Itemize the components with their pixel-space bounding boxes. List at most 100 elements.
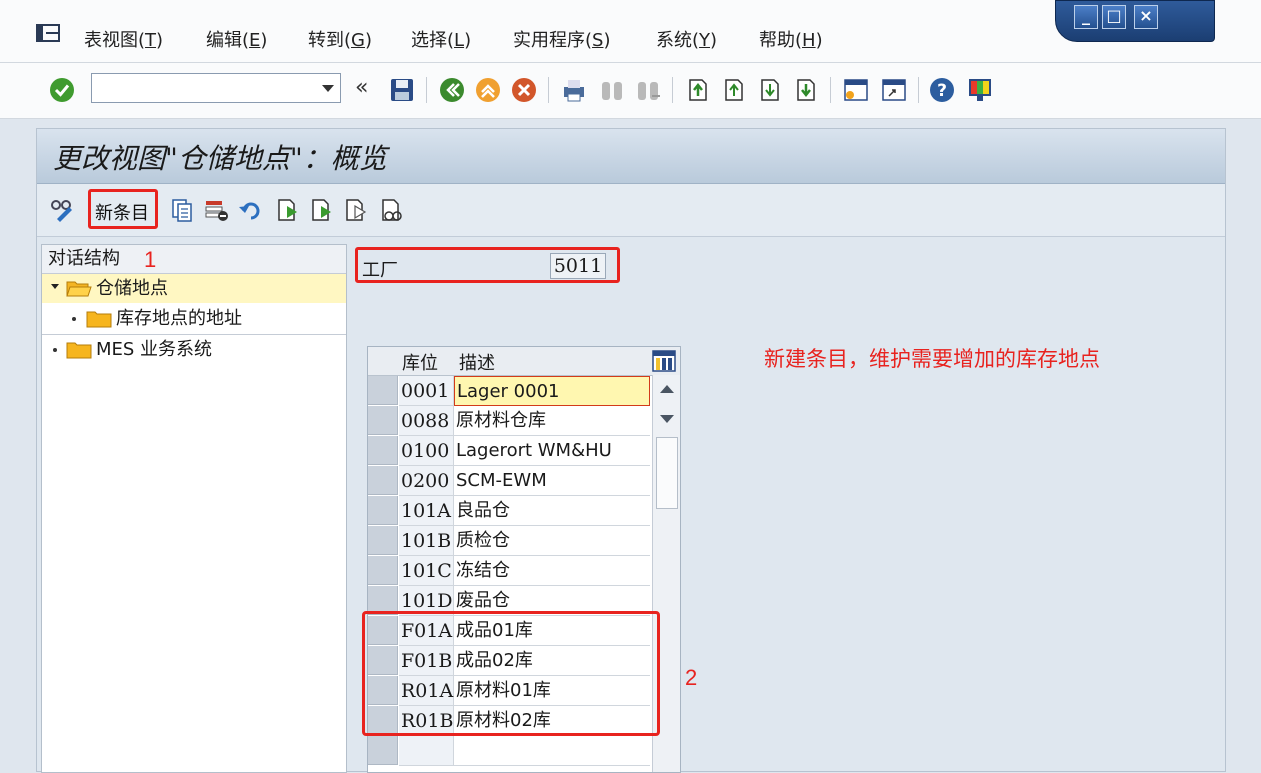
folder-open-icon — [66, 281, 92, 297]
first-page-icon[interactable] — [684, 76, 712, 104]
row-selector[interactable] — [368, 436, 398, 465]
table-header: 库位 描述 — [368, 347, 680, 376]
main-panel: 更改视图"仓储地点"：概览 新条目 对话结构 1 仓储地点 库存地点的地址 ME… — [36, 128, 1226, 773]
display-change-icon[interactable] — [49, 197, 75, 223]
standard-toolbar: « ? — [0, 63, 1261, 119]
menu-item-edit[interactable]: 编辑(E) — [206, 26, 267, 52]
menu-item-help[interactable]: 帮助(H) — [759, 26, 823, 52]
back-icon[interactable] — [438, 76, 466, 104]
plant-value: 5011 — [550, 253, 606, 279]
menu-item-system[interactable]: 系统(Y) — [656, 26, 717, 52]
row-selector[interactable] — [368, 736, 398, 765]
page-title: 更改视图"仓储地点"：概览 — [53, 142, 387, 175]
row-selector[interactable] — [368, 496, 398, 525]
menu-item-tableview[interactable]: 表视图(T) — [84, 26, 163, 52]
undo-icon[interactable] — [237, 197, 263, 223]
marker-2: 2 — [685, 665, 698, 690]
deselect-all-icon[interactable] — [343, 197, 369, 223]
cell-description[interactable] — [454, 736, 650, 766]
help-icon[interactable]: ? — [928, 76, 956, 104]
last-page-icon[interactable] — [792, 76, 820, 104]
cell-description[interactable]: Lager 0001 — [454, 376, 650, 406]
cell-storage-location-code: 0200 — [399, 466, 454, 496]
row-selector[interactable] — [368, 556, 398, 585]
tree-item-mes-system[interactable]: MES 业务系统 — [42, 334, 346, 364]
enter-check-icon[interactable] — [48, 76, 76, 104]
scroll-thumb[interactable] — [656, 437, 678, 509]
cell-storage-location-code: 101B — [399, 526, 454, 556]
row-selector[interactable] — [368, 466, 398, 495]
annotation-note: 新建条目，维护需要增加的库存地点 — [764, 347, 1100, 371]
bullet-icon — [53, 348, 57, 352]
scroll-down-icon[interactable] — [660, 415, 674, 423]
tree-item-label: 仓储地点 — [96, 278, 168, 299]
collapse-icon[interactable]: « — [355, 75, 368, 100]
application-toolbar: 新条目 — [37, 184, 1225, 237]
cell-description[interactable]: Lagerort WM&HU — [454, 436, 650, 466]
row-selector[interactable] — [368, 526, 398, 555]
svg-text:?: ? — [937, 81, 947, 101]
tree-item-storage-location[interactable]: 仓储地点 — [42, 274, 346, 303]
tree-header-label: 对话结构 — [48, 248, 120, 269]
folder-icon — [66, 342, 92, 359]
save-icon[interactable] — [388, 76, 416, 104]
cell-storage-location-code — [399, 736, 454, 766]
maximize-icon[interactable]: □ — [1102, 5, 1126, 29]
column-header-desc[interactable]: 描述 — [459, 349, 495, 375]
title-bar: 更改视图"仓储地点"：概览 — [37, 129, 1225, 184]
new-session-icon[interactable] — [842, 76, 870, 104]
dialog-structure-tree: 对话结构 1 仓储地点 库存地点的地址 MES 业务系统 — [41, 244, 347, 773]
cell-description[interactable]: 良品仓 — [454, 496, 650, 526]
cell-description[interactable]: SCM-EWM — [454, 466, 650, 496]
print-view-icon[interactable] — [379, 197, 405, 223]
row-selector[interactable] — [368, 406, 398, 435]
tree-item-storage-location-address[interactable]: 库存地点的地址 — [42, 304, 346, 333]
delete-row-icon[interactable] — [203, 197, 229, 223]
chevron-down-icon[interactable] — [322, 85, 334, 92]
menu-item-utilities[interactable]: 实用程序(S) — [513, 26, 611, 52]
cancel-icon[interactable] — [510, 76, 538, 104]
minimize-icon[interactable]: _ — [1074, 5, 1098, 29]
cell-storage-location-code: 0001 — [399, 376, 454, 406]
plant-label: 工厂 — [362, 260, 398, 281]
scroll-up-icon[interactable] — [660, 385, 674, 393]
exit-icon[interactable] — [474, 76, 502, 104]
close-icon[interactable]: × — [1134, 5, 1158, 29]
column-header-code[interactable]: 库位 — [402, 349, 438, 375]
tree-item-label: 库存地点的地址 — [116, 308, 242, 329]
folder-icon — [86, 311, 112, 328]
tree-item-label: MES 业务系统 — [96, 339, 213, 360]
select-all-icon[interactable] — [275, 197, 301, 223]
window-controls: _ □ × — [1055, 0, 1215, 42]
table-settings-icon[interactable] — [652, 350, 676, 372]
cell-description[interactable]: 冻结仓 — [454, 556, 650, 586]
menu-bar: 表视图(T) 编辑(E) 转到(G) 选择(L) 实用程序(S) 系统(Y) 帮… — [0, 0, 1261, 63]
new-entries-button[interactable]: 新条目 — [88, 189, 158, 229]
marker-1: 1 — [144, 247, 157, 272]
menu-icon[interactable] — [36, 24, 60, 42]
row-selector[interactable] — [368, 376, 398, 405]
command-input[interactable] — [94, 75, 318, 103]
command-field[interactable] — [91, 73, 341, 103]
customize-layout-icon[interactable] — [966, 76, 994, 104]
print-icon[interactable] — [560, 76, 588, 104]
find-next-icon — [638, 82, 660, 100]
new-entries-label: 新条目 — [95, 203, 149, 224]
menu-item-goto[interactable]: 转到(G) — [308, 26, 372, 52]
menu-item-selection[interactable]: 选择(L) — [411, 26, 471, 52]
find-icon — [602, 82, 622, 100]
shortcut-icon[interactable] — [880, 76, 908, 104]
highlight-new-rows — [362, 611, 660, 736]
bullet-icon — [72, 317, 76, 321]
previous-page-icon[interactable] — [720, 76, 748, 104]
cell-storage-location-code: 101C — [399, 556, 454, 586]
cell-storage-location-code: 0088 — [399, 406, 454, 436]
select-block-icon[interactable] — [309, 197, 335, 223]
copy-as-icon[interactable] — [169, 197, 195, 223]
tree-header: 对话结构 — [42, 245, 346, 274]
next-page-icon[interactable] — [756, 76, 784, 104]
expand-icon[interactable] — [51, 284, 59, 289]
cell-description[interactable]: 质检仓 — [454, 526, 650, 556]
cell-description[interactable]: 原材料仓库 — [454, 406, 650, 436]
cell-storage-location-code: 101A — [399, 496, 454, 526]
